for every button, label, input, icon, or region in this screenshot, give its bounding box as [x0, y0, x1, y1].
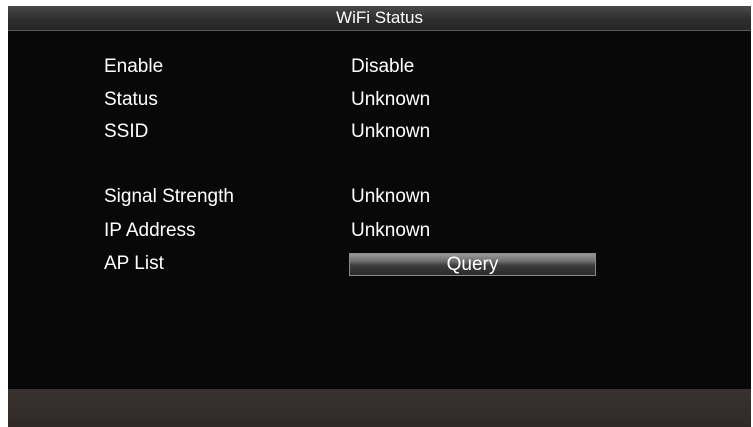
enable-label: Enable [104, 56, 164, 77]
status-value: Unknown [351, 89, 431, 110]
ip-address-value: Unknown [351, 220, 431, 241]
ip-address-label: IP Address [104, 220, 196, 241]
title-bar: WiFi Status [8, 6, 751, 31]
ssid-label: SSID [104, 121, 149, 142]
signal-strength-label: Signal Strength [104, 186, 234, 207]
query-button[interactable]: Query [349, 253, 596, 276]
signal-strength-value: Unknown [351, 186, 431, 207]
ssid-value: Unknown [351, 121, 431, 142]
status-label: Status [104, 89, 158, 110]
enable-value: Disable [351, 56, 415, 77]
status-panel: Enable Disable Status Unknown SSID Unkno… [8, 31, 751, 389]
wifi-status-window: WiFi Status Enable Disable Status Unknow… [8, 6, 751, 427]
window-title: WiFi Status [336, 8, 423, 27]
ap-list-label: AP List [104, 253, 164, 274]
footer-bar [8, 389, 751, 427]
